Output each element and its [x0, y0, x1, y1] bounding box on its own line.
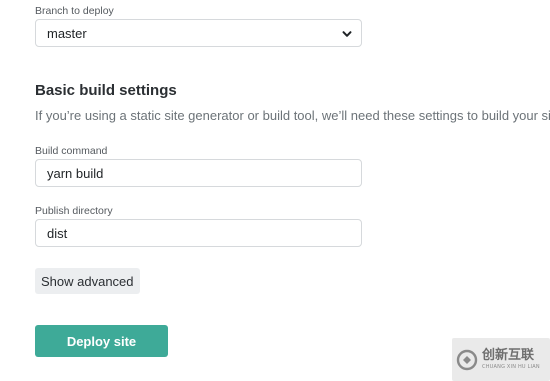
branch-select[interactable]: master	[35, 19, 362, 47]
section-title: Basic build settings	[35, 82, 177, 99]
deploy-settings-page: Branch to deploy master Basic build sett…	[0, 0, 550, 381]
watermark: 创新互联 CHUANG XIN HU LIAN	[452, 338, 550, 381]
watermark-logo-icon	[456, 349, 478, 370]
publish-directory-value: dist	[47, 225, 68, 241]
branch-select-value: master	[47, 25, 87, 41]
build-command-label: Build command	[35, 145, 108, 157]
publish-directory-input[interactable]: dist	[35, 219, 362, 247]
watermark-subtext: CHUANG XIN HU LIAN	[482, 364, 540, 370]
watermark-text: 创新互联	[482, 348, 535, 363]
publish-directory-label: Publish directory	[35, 205, 113, 217]
show-advanced-button[interactable]: Show advanced	[35, 268, 140, 294]
build-command-value: yarn build	[47, 165, 104, 181]
chevron-down-icon	[342, 31, 352, 37]
deploy-site-button[interactable]: Deploy site	[35, 325, 168, 357]
branch-label: Branch to deploy	[35, 5, 114, 17]
build-command-input[interactable]: yarn build	[35, 159, 362, 187]
section-description: If you’re using a static site generator …	[35, 108, 550, 123]
